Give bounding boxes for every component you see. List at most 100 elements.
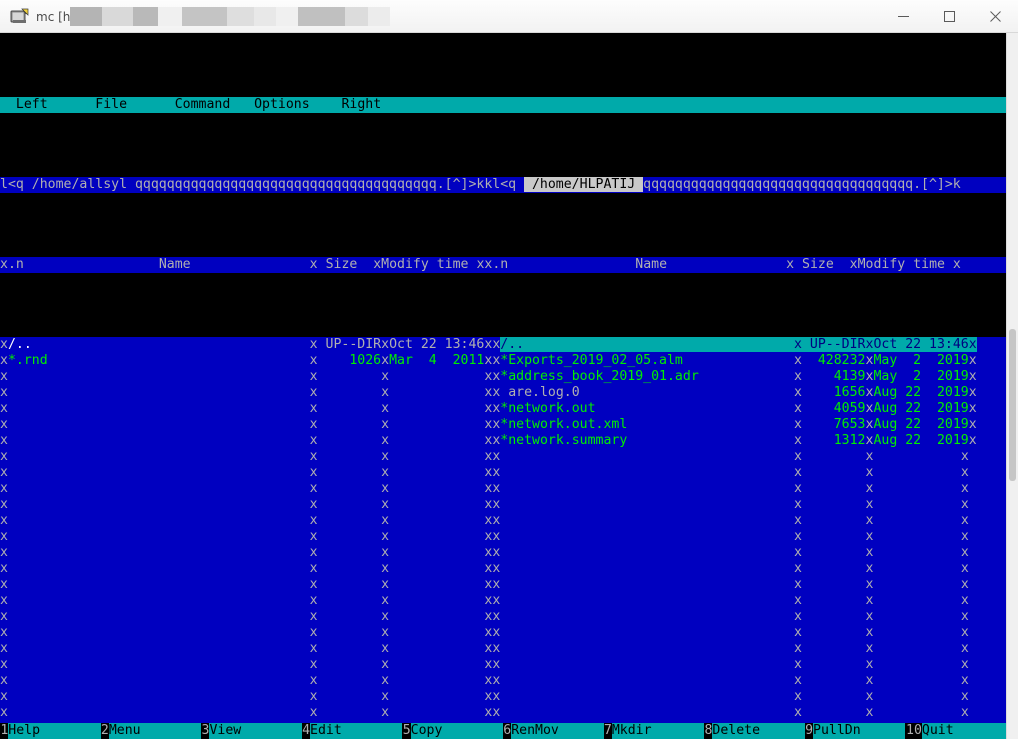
left-row-sep-1: x bbox=[309, 673, 318, 688]
file-list-row[interactable]: x x x xx x x x bbox=[0, 449, 1006, 465]
left-row-empty-size bbox=[318, 513, 382, 528]
function-key-bar[interactable]: 1 Help 2 Menu 3 View 4 Edit 5 Copy 6 RenMov 7 Mkdir 8 D… bbox=[0, 723, 1006, 739]
file-list-row[interactable]: x x x xx*network.summary x 1312xAug 22 2… bbox=[0, 433, 1006, 449]
left-row-sep-1: x bbox=[309, 497, 318, 512]
minimize-button[interactable] bbox=[880, 0, 926, 33]
right-panel-path[interactable]: /home/HLPATIJ bbox=[524, 177, 644, 192]
left-row-date: Mar 4 2011 bbox=[389, 353, 485, 368]
right-header-size[interactable]: Size bbox=[802, 257, 834, 272]
left-panel-path[interactable]: /home/allsyl bbox=[32, 177, 127, 192]
menu-item-right[interactable]: Right bbox=[341, 97, 382, 112]
menu-item-command[interactable]: Command bbox=[174, 97, 231, 112]
menu-item-options[interactable]: Options bbox=[254, 97, 310, 112]
file-list-row[interactable]: x x x xx*network.out.xml x 7653xAug 22 2… bbox=[0, 417, 1006, 433]
left-row-filename[interactable]: *.rnd bbox=[8, 353, 310, 368]
file-list-row[interactable]: x x x xx*network.out x 4059xAug 22 2019x bbox=[0, 401, 1006, 417]
function-key-number: 8 bbox=[704, 723, 713, 739]
right-row-mark: xx bbox=[484, 689, 501, 704]
function-key-f2[interactable]: 2 Menu bbox=[100, 723, 202, 739]
right-row-filename[interactable]: *network.summary bbox=[500, 433, 794, 448]
function-key-f7[interactable]: 7 Mkdir bbox=[603, 723, 705, 739]
function-key-f9[interactable]: 9 PullDn bbox=[804, 723, 906, 739]
file-list-row[interactable]: x x x xx x x x bbox=[0, 513, 1006, 529]
right-row-edge: x bbox=[960, 545, 969, 560]
right-row-filename[interactable]: *Exports_2019_02_05.alm bbox=[500, 353, 794, 368]
file-list-row[interactable]: x/.. x UP--DIRxOct 22 13:46xx/.. x UP--D… bbox=[0, 337, 1006, 353]
file-list-row[interactable]: x x x xx x x x bbox=[0, 689, 1006, 705]
maximize-button[interactable] bbox=[926, 0, 972, 33]
function-key-label[interactable]: Copy bbox=[410, 723, 503, 739]
file-list-row[interactable]: x x x xx x x x bbox=[0, 529, 1006, 545]
function-key-f6[interactable]: 6 RenMov bbox=[502, 723, 604, 739]
scrollbar-thumb[interactable] bbox=[1009, 329, 1016, 481]
right-header-name[interactable]: Name bbox=[635, 257, 667, 272]
right-row-date: Oct 22 13:46 bbox=[873, 337, 969, 352]
function-key-label[interactable]: Menu bbox=[108, 723, 202, 739]
file-list-row[interactable]: x x x xx*address_book_2019_01.adr x 4139… bbox=[0, 369, 1006, 385]
function-key-label[interactable]: Edit bbox=[310, 723, 403, 739]
function-key-f4[interactable]: 4 Edit bbox=[301, 723, 403, 739]
terminal-screen[interactable]: Left File Command Options Right l<q /hom… bbox=[0, 33, 1006, 739]
function-key-label[interactable]: PullDn bbox=[813, 723, 906, 739]
file-list-row[interactable]: x*.rnd x 1026xMar 4 2011xx*Exports_2019_… bbox=[0, 353, 1006, 369]
panel-column-headers[interactable]: x.n Name x Size xModify time xx.n Name x… bbox=[0, 257, 1006, 273]
menu-bar[interactable]: Left File Command Options Right bbox=[0, 97, 1006, 113]
function-key-label[interactable]: RenMov bbox=[511, 723, 604, 739]
panel-path-row: l<q /home/allsyl qqqqqqqqqqqqqqqqqqqqqqq… bbox=[0, 177, 1006, 193]
left-header-mtime[interactable]: Modify time bbox=[381, 257, 468, 272]
right-row-filename[interactable]: /.. bbox=[500, 337, 795, 352]
right-row-mark: xx bbox=[484, 481, 501, 496]
right-row-empty-size bbox=[802, 497, 866, 512]
right-row-date: May 2 2019 bbox=[873, 353, 969, 368]
left-row-sep-1: x bbox=[309, 593, 318, 608]
function-key-f5[interactable]: 5 Copy bbox=[402, 723, 503, 739]
right-row-empty-name bbox=[500, 449, 794, 464]
file-list-row[interactable]: x x x xx x x x bbox=[0, 561, 1006, 577]
menu-item-left[interactable]: Left bbox=[15, 97, 48, 112]
right-row-edge: x bbox=[968, 417, 977, 432]
left-row-empty-name bbox=[8, 465, 310, 480]
window-scrollbar[interactable] bbox=[1006, 33, 1018, 739]
left-header-name[interactable]: Name bbox=[159, 257, 191, 272]
right-row-filename[interactable]: *network.out.xml bbox=[500, 417, 794, 432]
file-list-row[interactable]: x x x xx x x x bbox=[0, 497, 1006, 513]
function-key-f1[interactable]: 1 Help bbox=[0, 723, 101, 739]
file-list-row[interactable]: x x x xx x x x bbox=[0, 705, 1006, 721]
file-list-row[interactable]: x x x xx x x x bbox=[0, 465, 1006, 481]
right-row-empty-size bbox=[802, 625, 866, 640]
left-row-mark: x bbox=[0, 465, 8, 480]
right-header-mtime[interactable]: Modify time bbox=[858, 257, 945, 272]
function-key-f8[interactable]: 8 Delete bbox=[704, 723, 805, 739]
file-list-row[interactable]: x x x xx are.log.0 x 1656xAug 22 2019x bbox=[0, 385, 1006, 401]
file-list-row[interactable]: x x x xx x x x bbox=[0, 577, 1006, 593]
close-button[interactable] bbox=[972, 0, 1018, 33]
file-list-row[interactable]: x x x xx x x x bbox=[0, 545, 1006, 561]
left-row-sep-1: x bbox=[309, 465, 318, 480]
right-row-empty-size bbox=[802, 705, 866, 720]
function-key-label[interactable]: Help bbox=[8, 723, 101, 739]
file-list-row[interactable]: x x x xx x x x bbox=[0, 609, 1006, 625]
file-list-area[interactable]: x/.. x UP--DIRxOct 22 13:46xx/.. x UP--D… bbox=[0, 337, 1006, 739]
right-row-filename[interactable]: are.log.0 bbox=[500, 385, 794, 400]
function-key-label[interactable]: Mkdir bbox=[611, 723, 705, 739]
menu-item-file[interactable]: File bbox=[95, 97, 128, 112]
file-list-row[interactable]: x x x xx x x x bbox=[0, 673, 1006, 689]
file-list-row[interactable]: x x x xx x x x bbox=[0, 657, 1006, 673]
right-row-filename[interactable]: *address_book_2019_01.adr bbox=[500, 369, 794, 384]
file-list-row[interactable]: x x x xx x x x bbox=[0, 625, 1006, 641]
function-key-label[interactable]: Delete bbox=[712, 723, 805, 739]
left-row-mark: x bbox=[0, 337, 8, 352]
left-row-filename[interactable]: /.. bbox=[8, 337, 310, 352]
right-row-empty-name bbox=[500, 481, 794, 496]
file-list-row[interactable]: x x x xx x x x bbox=[0, 641, 1006, 657]
left-header-size[interactable]: Size bbox=[326, 257, 358, 272]
function-key-label[interactable]: View bbox=[209, 723, 302, 739]
file-list-row[interactable]: x x x xx x x x bbox=[0, 481, 1006, 497]
right-row-filename[interactable]: *network.out bbox=[500, 401, 794, 416]
function-key-f10[interactable]: 10 Quit bbox=[905, 723, 1006, 739]
file-list-row[interactable]: x x x xx x x x bbox=[0, 593, 1006, 609]
left-row-empty-date bbox=[389, 369, 484, 384]
function-key-label[interactable]: Quit bbox=[921, 723, 1006, 739]
left-row-mark: x bbox=[0, 497, 8, 512]
function-key-f3[interactable]: 3 View bbox=[201, 723, 302, 739]
